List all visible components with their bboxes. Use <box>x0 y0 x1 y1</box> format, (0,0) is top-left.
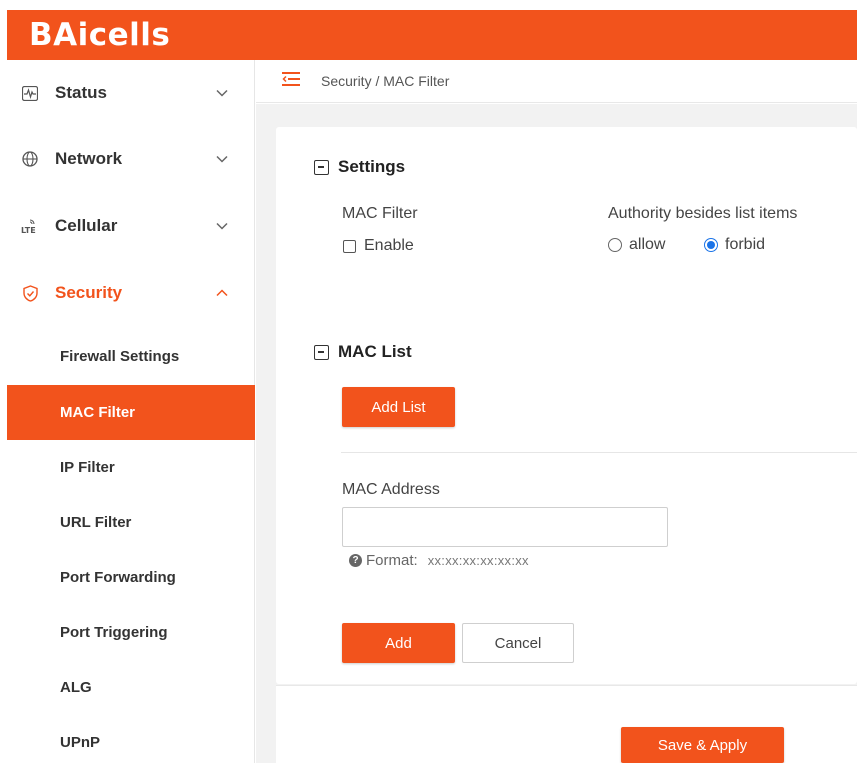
chevron-down-icon <box>215 86 229 100</box>
divider <box>341 452 857 453</box>
menu-collapse-icon[interactable] <box>282 72 300 86</box>
sidebar-subitem-port-triggering[interactable]: Port Triggering <box>7 605 255 660</box>
sidebar-item-label: Security <box>55 283 123 302</box>
enable-label: Enable <box>364 237 414 254</box>
sidebar-subitem-label: Port Triggering <box>60 624 168 641</box>
pulse-icon <box>21 84 39 102</box>
enable-checkbox[interactable]: Enable <box>343 237 414 255</box>
forbid-label: forbid <box>725 236 766 253</box>
sidebar-subitem-mac-filter[interactable]: MAC Filter <box>7 385 255 440</box>
allow-label: allow <box>629 236 666 253</box>
radio-button[interactable] <box>704 238 718 252</box>
sidebar-subitem-label: UPnP <box>60 734 101 751</box>
format-label: Format: <box>366 552 418 569</box>
sidebar-subitem-alg[interactable]: ALG <box>7 660 255 715</box>
sidebar-item-security[interactable]: Security <box>7 260 255 326</box>
sidebar-subitem-firewall-settings[interactable]: Firewall Settings <box>7 329 255 384</box>
sidebar-item-cellular[interactable]: LTE Cellular <box>7 193 255 259</box>
sidebar-item-label: Cellular <box>55 216 118 235</box>
chevron-down-icon <box>215 152 229 166</box>
sidebar-item-label: Status <box>55 83 107 102</box>
settings-section-header[interactable]: Settings <box>314 157 405 177</box>
svg-text:LTE: LTE <box>21 226 36 234</box>
cancel-button[interactable]: Cancel <box>462 623 574 663</box>
collapse-icon <box>314 344 329 360</box>
lte-icon: LTE <box>21 217 39 235</box>
mac-address-input[interactable] <box>342 507 668 547</box>
sidebar-subitem-label: Port Forwarding <box>60 569 176 586</box>
sidebar-item-network[interactable]: Network <box>7 126 255 192</box>
chevron-up-icon <box>215 286 229 300</box>
save-apply-button[interactable]: Save & Apply <box>621 727 784 763</box>
sidebar-subitem-label: Firewall Settings <box>60 348 180 365</box>
sidebar-item-label: Network <box>55 149 123 168</box>
question-icon: ? <box>349 554 362 567</box>
sidebar-subitem-upnp[interactable]: UPnP <box>7 715 255 763</box>
sidebar-subitem-label: URL Filter <box>60 514 132 531</box>
radio-button[interactable] <box>608 238 622 252</box>
sidebar-subitem-label: ALG <box>60 679 92 696</box>
checkbox-box[interactable] <box>343 239 356 253</box>
sidebar-item-status[interactable]: Status <box>7 60 255 126</box>
format-hint: ? Format: xx:xx:xx:xx:xx:xx <box>349 552 529 569</box>
sidebar: Status Network LTE Cellular Security Fir… <box>7 60 255 763</box>
top-bar: Security / MAC Filter <box>256 60 857 103</box>
sidebar-subitem-ip-filter[interactable]: IP Filter <box>7 440 255 495</box>
sidebar-subitem-label: IP Filter <box>60 459 115 476</box>
mac-list-section-header[interactable]: MAC List <box>314 342 412 362</box>
allow-radio[interactable]: allow <box>608 236 665 254</box>
mac-address-label: MAC Address <box>342 481 440 498</box>
section-title: MAC List <box>338 342 412 361</box>
sidebar-subitem-port-forwarding[interactable]: Port Forwarding <box>7 550 255 605</box>
sidebar-subitem-url-filter[interactable]: URL Filter <box>7 495 255 550</box>
globe-icon <box>21 150 39 168</box>
shield-icon <box>21 284 39 302</box>
format-value: xx:xx:xx:xx:xx:xx <box>427 553 529 568</box>
section-title: Settings <box>338 157 406 176</box>
forbid-radio[interactable]: forbid <box>704 236 765 254</box>
collapse-icon <box>314 159 329 175</box>
sidebar-subitem-label: MAC Filter <box>60 404 135 421</box>
add-button[interactable]: Add <box>342 623 455 663</box>
authority-label: Authority besides list items <box>608 205 798 222</box>
add-list-button[interactable]: Add List <box>342 387 455 427</box>
mac-filter-label: MAC Filter <box>342 205 418 222</box>
baicells-logo: BAicells <box>29 17 171 53</box>
breadcrumb: Security / MAC Filter <box>321 73 450 89</box>
app-header: BAicells <box>7 10 857 60</box>
chevron-down-icon <box>215 219 229 233</box>
